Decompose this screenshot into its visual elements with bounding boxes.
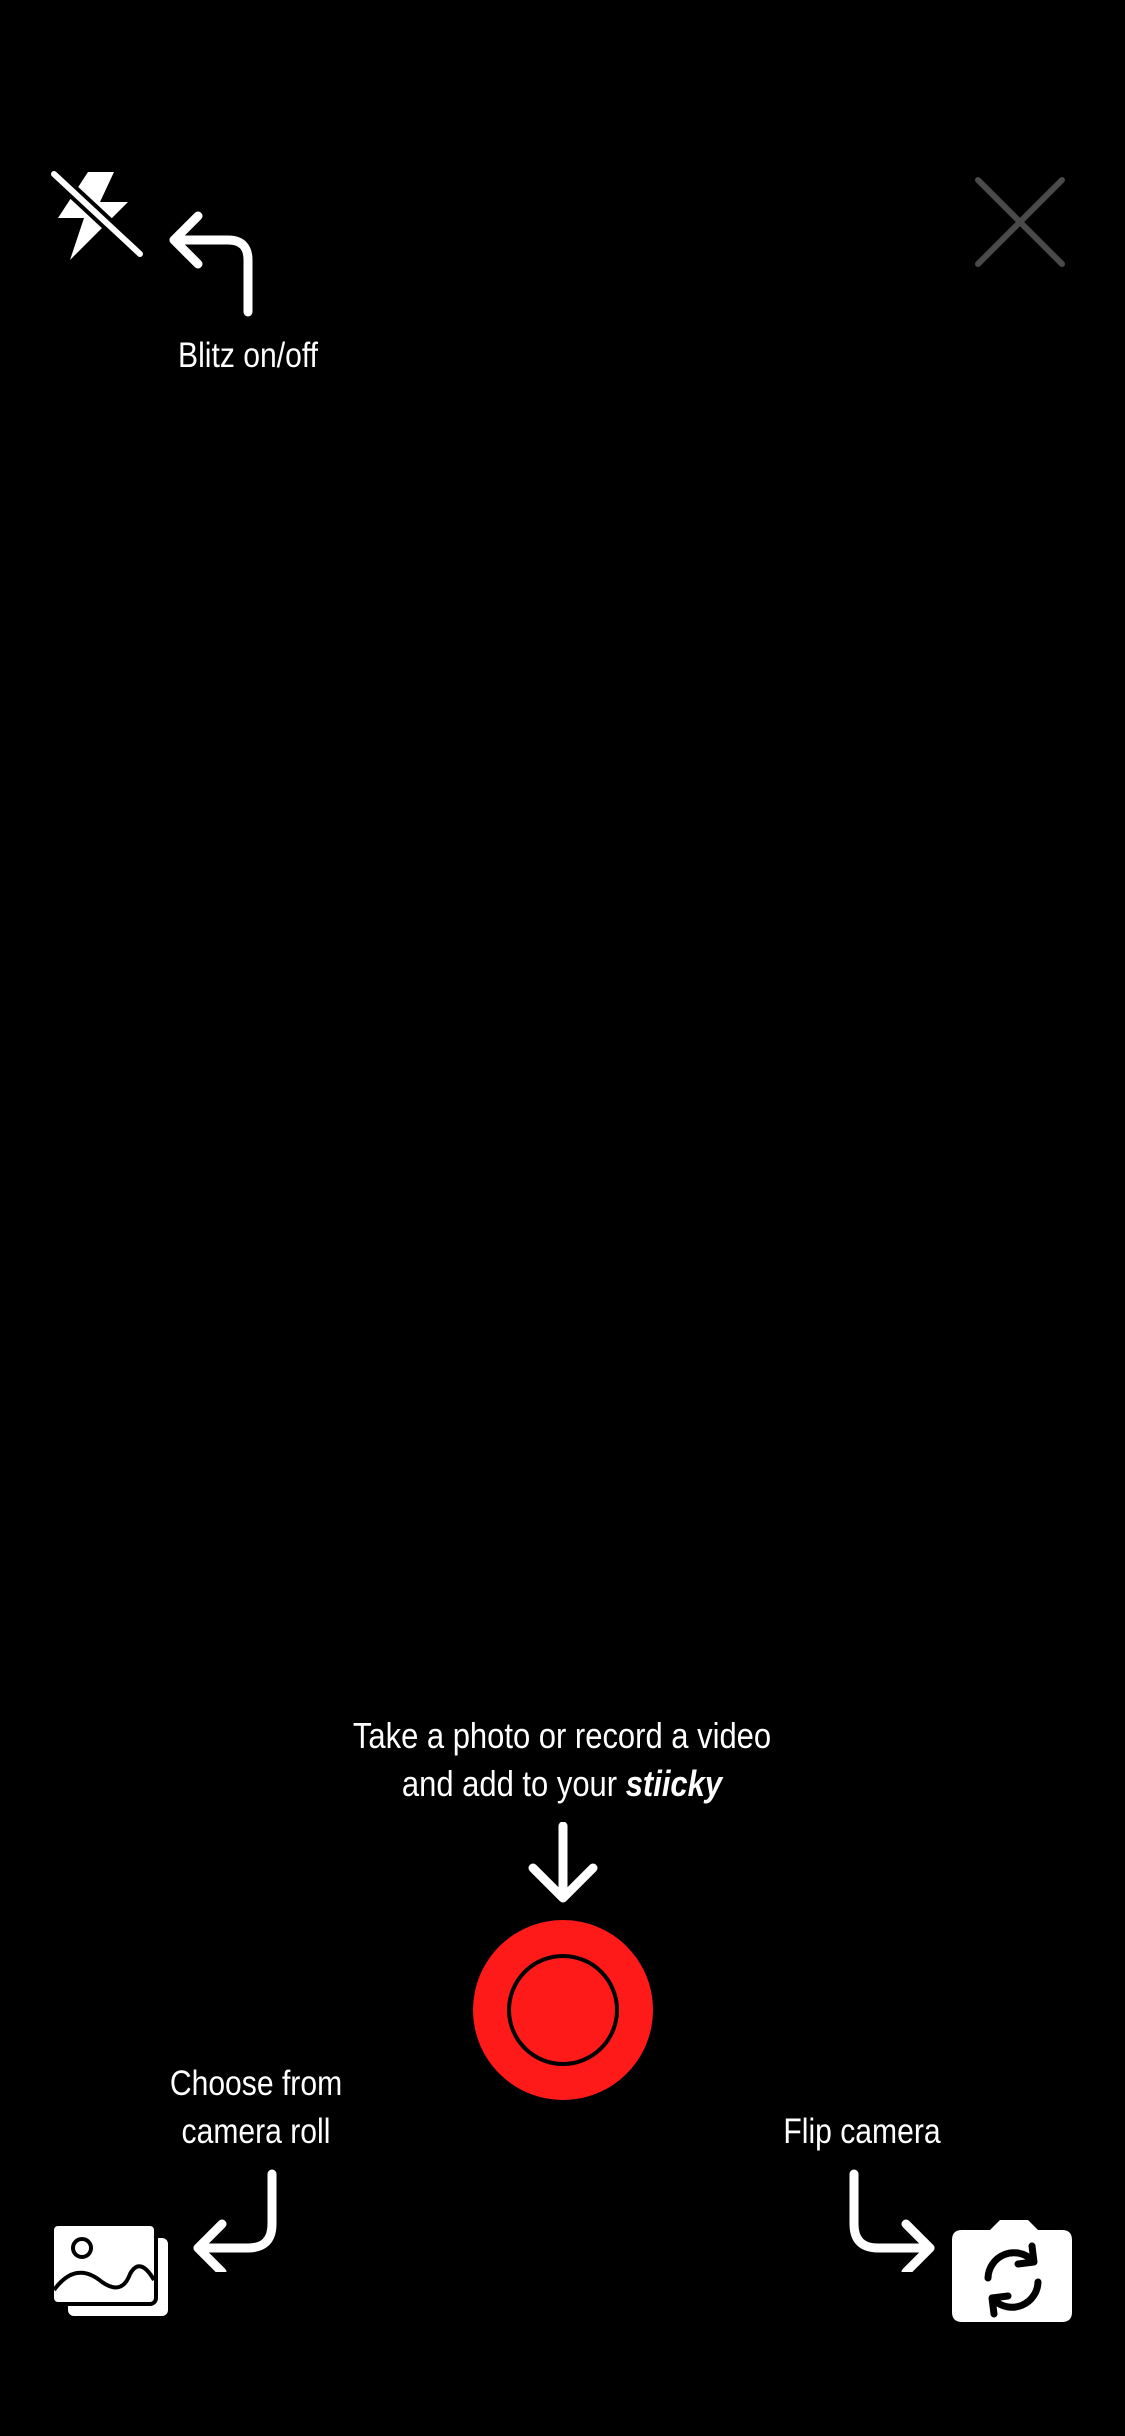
flash-hint-arrow-icon [169,211,253,317]
gallery-hint-arrow-icon [193,2169,277,2272]
flip-hint-label: Flip camera [783,2112,941,2151]
capture-hint-line1: Take a photo or record a video [352,1715,772,1756]
flash-off-icon [47,167,147,261]
capture-hint-line2: and add to your stiicky [261,1760,863,1808]
flip-hint-arrow-icon [849,2169,935,2272]
gallery-icon [50,2222,168,2316]
capture-hint: Take a photo or record a video and add t… [261,1712,863,1808]
gallery-hint-line1: Choose from [169,2064,343,2103]
gallery-button[interactable] [50,2222,175,2322]
shutter-button[interactable] [473,1920,653,2100]
capture-hint-arrow-icon [528,1822,598,1903]
flip-camera-icon [952,2220,1072,2322]
flip-camera-button[interactable] [950,2218,1075,2323]
flash-hint-label: Blitz on/off [178,336,318,375]
capture-hint-prefix: and add to your [401,1763,626,1804]
brand-name: stiicky [625,1763,723,1804]
close-button[interactable] [970,172,1070,272]
gallery-hint-line2: camera roll [181,2112,331,2151]
gallery-hint: Choose from camera roll [153,2060,359,2156]
close-icon [975,177,1065,267]
shutter-record-icon [507,1954,619,2066]
flash-toggle-button[interactable] [47,167,148,268]
